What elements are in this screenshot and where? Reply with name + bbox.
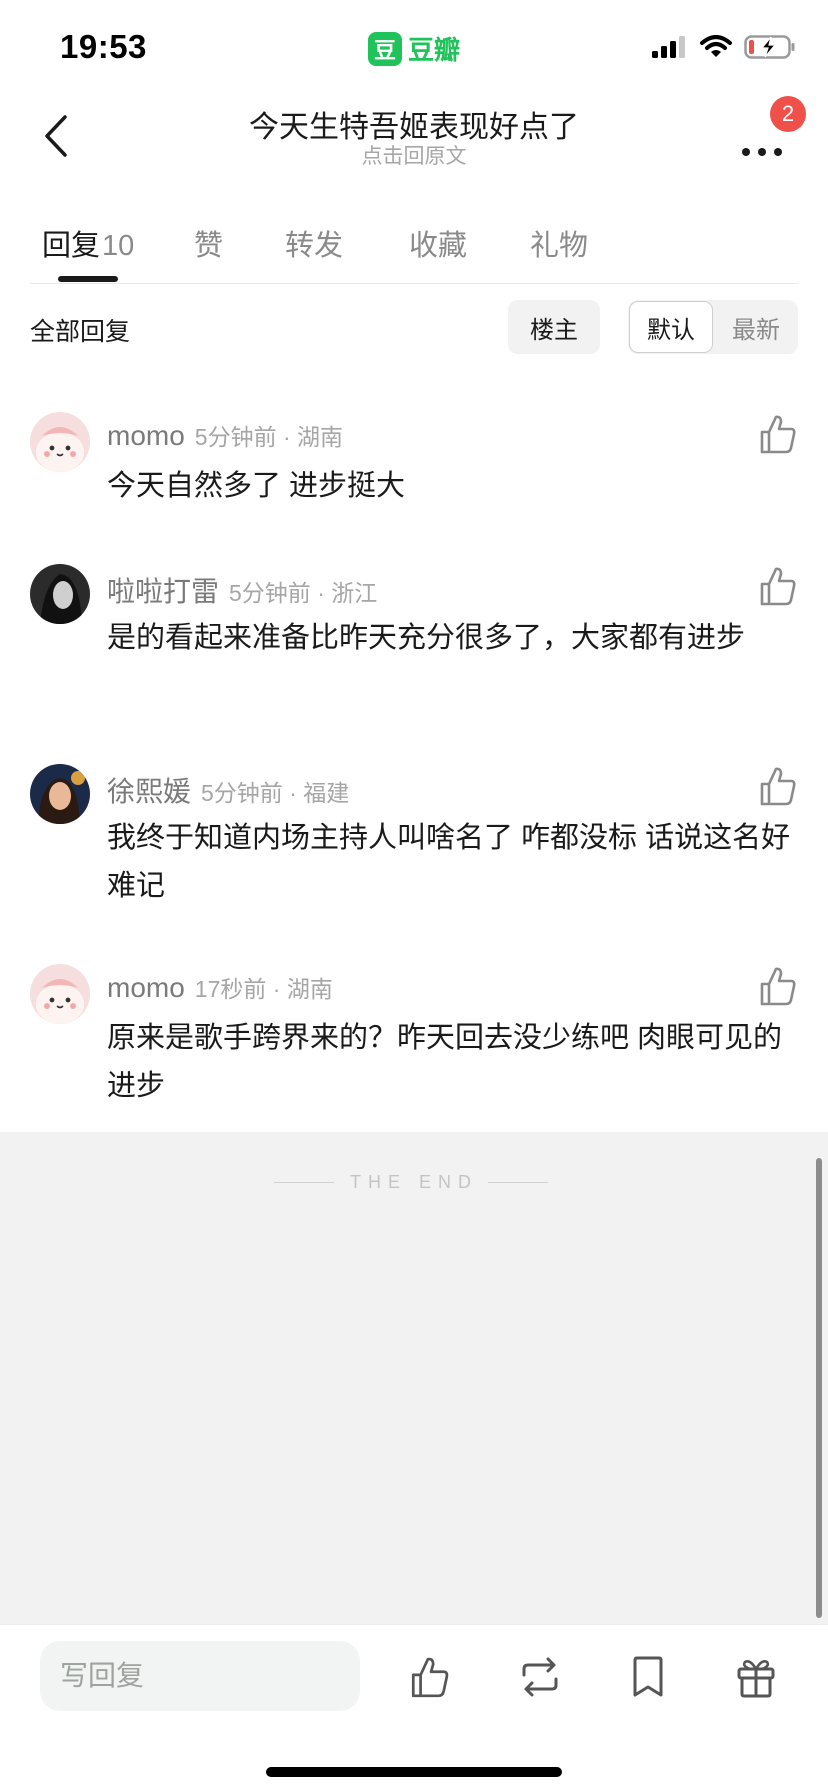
tab-reposts[interactable]: 转发 bbox=[285, 222, 343, 264]
repost-icon bbox=[522, 1657, 558, 1697]
like-post-button[interactable] bbox=[402, 1649, 458, 1705]
comment-header: 啦啦打雷 5分钟前 · 浙江 bbox=[107, 570, 377, 610]
comment-meta: 5分钟前 · 浙江 bbox=[229, 580, 378, 606]
comment-meta: 17秒前 · 湖南 bbox=[194, 976, 333, 1002]
comment-meta: 5分钟前 · 湖南 bbox=[194, 424, 344, 450]
thumbs-up-icon bbox=[760, 767, 796, 806]
sort-toggle: 默认 最新 bbox=[628, 300, 798, 354]
cartoon-avatar-icon bbox=[30, 964, 90, 1024]
username[interactable]: 啦啦打雷 bbox=[107, 570, 219, 610]
cartoon-avatar-icon bbox=[30, 412, 90, 472]
gift-button[interactable] bbox=[728, 1649, 784, 1705]
back-to-post-link[interactable]: 点击回原文 bbox=[0, 140, 828, 170]
comment-item: 徐熙媛 5分钟前 · 福建 我终于知道内场主持人叫啥名了 咋都没标 话说这名好难… bbox=[30, 764, 798, 914]
active-tab-indicator bbox=[58, 276, 118, 282]
comment-meta: 5分钟前 · 福建 bbox=[201, 780, 350, 806]
avatar[interactable] bbox=[30, 564, 90, 624]
comment-header: momo 17秒前 · 湖南 bbox=[107, 970, 333, 1004]
username[interactable]: momo bbox=[107, 972, 185, 1004]
comment-header: momo 5分钟前 · 湖南 bbox=[107, 418, 343, 452]
gift-icon bbox=[737, 1660, 775, 1698]
like-button[interactable] bbox=[758, 764, 798, 808]
tab-bar: 回复10 赞 转发 收藏 礼物 bbox=[30, 214, 798, 284]
battery-charging-icon bbox=[744, 35, 795, 59]
comment-text: 原来是歌手跨界来的？昨天回去没少练吧 肉眼可见的进步 bbox=[107, 1022, 783, 1102]
tab-collections[interactable]: 收藏 bbox=[409, 222, 467, 264]
status-time: 19:53 bbox=[60, 28, 147, 65]
notification-badge: 2 bbox=[770, 96, 806, 132]
app-name: 豆瓣 bbox=[408, 35, 461, 65]
bookmark-icon bbox=[633, 1656, 663, 1697]
cellular-signal-icon bbox=[652, 36, 685, 58]
comment-item: momo 5分钟前 · 湖南 今天自然多了 进步挺大 bbox=[30, 412, 798, 522]
all-replies-label: 全部回复 bbox=[30, 318, 131, 346]
photo-avatar-icon bbox=[30, 564, 90, 624]
wifi-icon bbox=[700, 35, 732, 57]
nav-bar: 今天生特吾姬表现好点了 点击回原文 bbox=[0, 96, 828, 184]
comment-text: 今天自然多了 进步挺大 bbox=[107, 470, 406, 502]
comment-item: momo 17秒前 · 湖南 原来是歌手跨界来的？昨天回去没少练吧 肉眼可见的进… bbox=[30, 964, 798, 1114]
app-badge: 豆 豆瓣 bbox=[368, 30, 460, 67]
reply-input[interactable] bbox=[40, 1641, 360, 1711]
divider bbox=[488, 1182, 548, 1183]
username[interactable]: 徐熙媛 bbox=[107, 770, 191, 810]
repost-button[interactable] bbox=[512, 1649, 568, 1705]
tab-likes[interactable]: 赞 bbox=[194, 222, 223, 264]
tab-label: 回复 bbox=[42, 230, 101, 262]
filter-row: 全部回复 楼主 默认 最新 bbox=[30, 298, 798, 358]
end-label: THE END bbox=[349, 1172, 478, 1192]
bottom-action-bar bbox=[0, 1624, 828, 1792]
thumbs-up-icon bbox=[760, 567, 796, 606]
thumbs-up-icon bbox=[760, 415, 796, 454]
tab-replies[interactable]: 回复10 bbox=[42, 222, 134, 264]
home-indicator bbox=[266, 1767, 562, 1777]
comment-header: 徐熙媛 5分钟前 · 福建 bbox=[107, 770, 349, 810]
reply-page: 19:53 豆 豆瓣 今天生特吾姬表现好点了 点击回原文 2 回复10 赞 转发… bbox=[0, 0, 828, 1792]
avatar[interactable] bbox=[30, 764, 90, 824]
comment-text: 我终于知道内场主持人叫啥名了 咋都没标 话说这名好难记 bbox=[107, 822, 791, 902]
avatar[interactable] bbox=[30, 412, 90, 472]
comment-text: 是的看起来准备比昨天充分很多了，大家都有进步 bbox=[107, 622, 746, 654]
reply-count: 10 bbox=[102, 230, 135, 262]
tab-gifts[interactable]: 礼物 bbox=[530, 222, 588, 264]
like-button[interactable] bbox=[758, 964, 798, 1008]
like-button[interactable] bbox=[758, 564, 798, 608]
douban-logo-icon: 豆 bbox=[368, 31, 402, 66]
end-of-list-area: THE END bbox=[0, 1132, 828, 1624]
thumbs-up-icon bbox=[411, 1657, 449, 1698]
username[interactable]: momo bbox=[107, 420, 185, 452]
status-bar: 19:53 豆 豆瓣 bbox=[0, 0, 828, 96]
like-button[interactable] bbox=[758, 412, 798, 456]
thumbs-up-icon bbox=[760, 967, 796, 1006]
bookmark-button[interactable] bbox=[620, 1649, 676, 1705]
sort-default-option[interactable]: 默认 bbox=[629, 301, 713, 353]
photo-avatar-icon bbox=[30, 764, 90, 824]
status-icons bbox=[652, 34, 796, 60]
op-only-button[interactable]: 楼主 bbox=[508, 300, 600, 354]
scrollbar[interactable] bbox=[816, 1158, 822, 1618]
comment-item: 啦啦打雷 5分钟前 · 浙江 是的看起来准备比昨天充分很多了，大家都有进步 bbox=[30, 564, 798, 714]
sort-latest-option[interactable]: 最新 bbox=[714, 300, 798, 354]
avatar[interactable] bbox=[30, 964, 90, 1024]
